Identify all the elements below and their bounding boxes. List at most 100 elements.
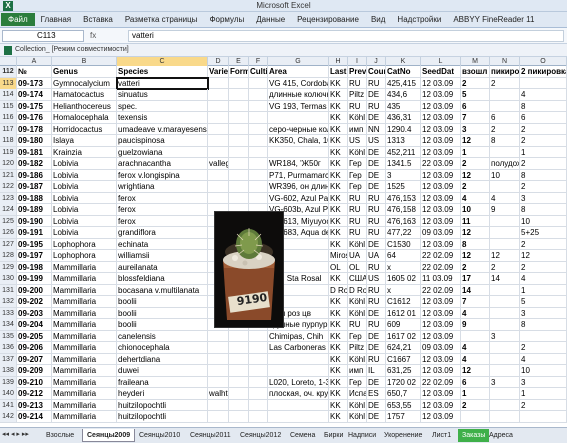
table-cell[interactable]: 12	[461, 250, 490, 261]
table-cell[interactable]: DE	[367, 399, 386, 411]
table-cell[interactable]: 12 03.09	[421, 135, 461, 146]
table-cell[interactable]: OL	[348, 261, 367, 273]
column-header-l[interactable]: L	[421, 57, 461, 66]
table-cell[interactable]: KK	[329, 77, 348, 89]
table-cell[interactable]: 14	[490, 273, 520, 284]
row-number[interactable]: 127	[0, 238, 17, 250]
table-cell[interactable]	[249, 365, 268, 376]
table-cell[interactable]: 4	[461, 307, 490, 319]
fx-icon[interactable]: fx	[90, 30, 130, 42]
table-cell[interactable]: 09-181	[17, 146, 52, 158]
table-cell[interactable]: huitzilopochtli	[117, 399, 208, 411]
table-cell[interactable]: 1341.5	[386, 158, 421, 169]
table-cell[interactable]: 10	[520, 215, 567, 227]
table-cell[interactable]: US	[348, 135, 367, 146]
table-cell[interactable]: Гер	[348, 330, 367, 342]
table-cell[interactable]: RU	[348, 204, 367, 215]
table-cell[interactable]: KK	[329, 399, 348, 411]
table-cell[interactable]	[249, 146, 268, 158]
table-cell[interactable]: KK	[329, 146, 348, 158]
table-cell[interactable]: US	[367, 273, 386, 284]
table-cell[interactable]: плоская, оч. круг	[268, 388, 329, 399]
table-cell[interactable]	[208, 146, 229, 158]
table-cell[interactable]: Mammillaria	[52, 342, 117, 353]
table-cell[interactable]	[490, 365, 520, 376]
table-cell[interactable]: 11 03.09	[421, 273, 461, 284]
table-cell[interactable]: KK	[329, 238, 348, 250]
table-cell[interactable]: 09-197	[17, 250, 52, 261]
table-cell[interactable]: 6	[520, 112, 567, 123]
table-cell[interactable]: KK	[329, 296, 348, 307]
table-cell[interactable]	[490, 353, 520, 365]
table-cell[interactable]: 12 03.09	[421, 112, 461, 123]
table-cell[interactable]	[490, 227, 520, 238]
column-title[interactable]: взошл	[461, 66, 490, 77]
table-cell[interactable]: 09-199	[17, 273, 52, 284]
table-cell[interactable]	[520, 330, 567, 342]
table-cell[interactable]: 2	[461, 399, 490, 411]
table-cell[interactable]: DE	[367, 89, 386, 100]
table-cell[interactable]: williamsii	[117, 250, 208, 261]
table-cell[interactable]: 2	[461, 181, 490, 192]
table-cell[interactable]: Mammillaria	[52, 411, 117, 422]
table-cell[interactable]: Гер	[348, 181, 367, 192]
table-cell[interactable]: 3	[520, 307, 567, 319]
table-cell[interactable]: 10	[461, 204, 490, 215]
table-cell[interactable]: RU	[367, 353, 386, 365]
table-cell[interactable]	[249, 330, 268, 342]
table-cell[interactable]: 09-214	[17, 411, 52, 422]
table-cell[interactable]: 434,6	[386, 89, 421, 100]
row-number[interactable]: 112	[0, 66, 17, 77]
table-cell[interactable]	[229, 89, 249, 100]
row-number[interactable]: 116	[0, 112, 17, 123]
table-cell[interactable]: 1617 02	[386, 330, 421, 342]
table-cell[interactable]: Lophophora	[52, 250, 117, 261]
table-cell[interactable]	[229, 330, 249, 342]
table-cell[interactable]: VG 193, Termas S	[268, 100, 329, 112]
table-cell[interactable]	[249, 100, 268, 112]
table-cell[interactable]: DE	[367, 169, 386, 181]
table-cell[interactable]	[249, 411, 268, 422]
row-number[interactable]: 123	[0, 192, 17, 204]
column-title[interactable]: Varie	[208, 66, 229, 77]
table-cell[interactable]	[208, 411, 229, 422]
row-number[interactable]: 136	[0, 342, 17, 353]
table-cell[interactable]: 09 03.09	[421, 342, 461, 353]
table-cell[interactable]: aureilanata	[117, 261, 208, 273]
table-cell[interactable]: 12 03.09	[421, 89, 461, 100]
table-cell[interactable]	[229, 100, 249, 112]
column-title[interactable]: Species	[117, 66, 208, 77]
row-number[interactable]: 129	[0, 261, 17, 273]
table-cell[interactable]: 09-188	[17, 192, 52, 204]
table-cell[interactable]: 3	[520, 376, 567, 388]
row-number[interactable]: 142	[0, 411, 17, 422]
table-cell[interactable]	[490, 238, 520, 250]
table-cell[interactable]: имп	[348, 123, 367, 135]
table-cell[interactable]: KK	[329, 307, 348, 319]
table-cell[interactable]: 09-191	[17, 227, 52, 238]
table-cell[interactable]	[208, 89, 229, 100]
table-cell[interactable]: RU	[367, 215, 386, 227]
table-cell[interactable]: 624,21	[386, 342, 421, 353]
table-cell[interactable]: 12	[490, 250, 520, 261]
table-cell[interactable]	[229, 388, 249, 399]
table-cell[interactable]: RU	[367, 77, 386, 89]
table-cell[interactable]: 2	[461, 158, 490, 169]
table-cell[interactable]: Las Carboneras	[268, 342, 329, 353]
table-cell[interactable]: NN	[367, 123, 386, 135]
table-cell[interactable]: x	[386, 261, 421, 273]
table-cell[interactable]: полудох	[490, 158, 520, 169]
row-number[interactable]: 131	[0, 284, 17, 296]
table-cell[interactable]: RU	[348, 215, 367, 227]
table-cell[interactable]: Krainzia	[52, 146, 117, 158]
table-cell[interactable]: spec.	[117, 100, 208, 112]
table-cell[interactable]	[461, 411, 490, 422]
table-cell[interactable]: Köhl	[348, 112, 367, 123]
table-cell[interactable]	[490, 296, 520, 307]
table-cell[interactable]: 09-198	[17, 261, 52, 273]
table-cell[interactable]	[268, 365, 329, 376]
table-cell[interactable]: Homalocephala	[52, 112, 117, 123]
table-cell[interactable]	[208, 399, 229, 411]
column-title[interactable]: №	[17, 66, 52, 77]
table-cell[interactable]: ferox v.longispina	[117, 169, 208, 181]
